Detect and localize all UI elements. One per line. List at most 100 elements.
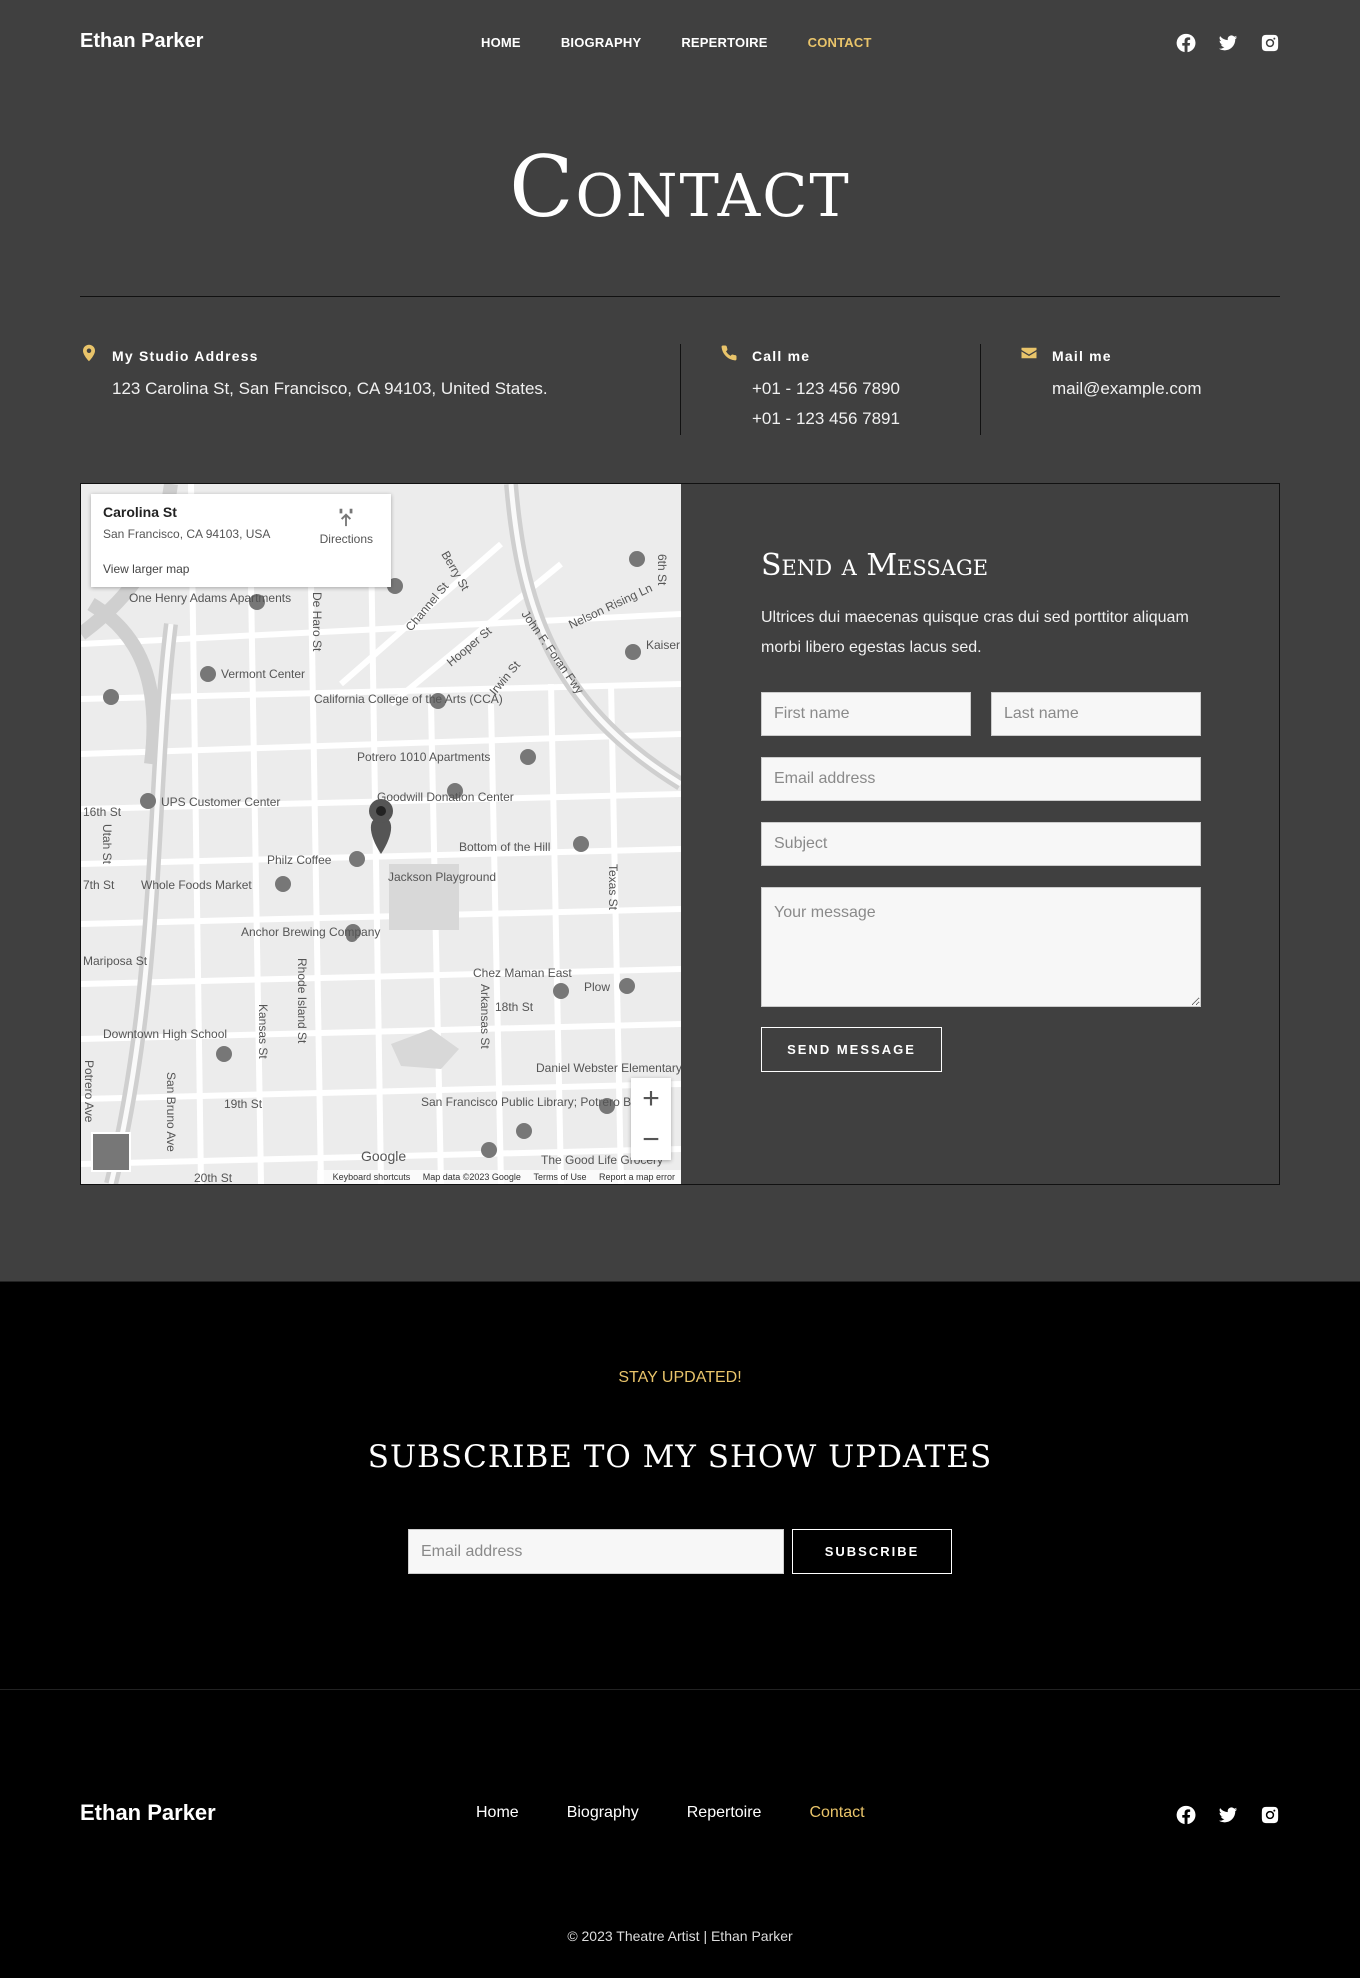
keyboard-shortcuts-link[interactable]: Keyboard shortcuts [333,1172,411,1182]
main-nav: HOME BIOGRAPHY REPERTOIRE CONTACT [481,35,872,50]
contact-panel: One Henry Adams Apartments Vermont Cente… [80,483,1280,1185]
info-divider [980,344,981,435]
directions-label: Directions [319,532,373,546]
map-label: Downtown High School [103,1027,227,1041]
google-map[interactable]: One Henry Adams Apartments Vermont Cente… [81,484,681,1184]
email-field[interactable] [761,757,1201,801]
mail-line[interactable]: mail@example.com [1052,379,1202,399]
footer-nav-repertoire[interactable]: Repertoire [687,1804,762,1822]
map-label: Goodwill Donation Center [377,790,514,804]
satellite-toggle[interactable] [91,1132,131,1172]
directions-button[interactable]: Directions [320,506,373,546]
map-label: 19th St [224,1097,263,1111]
first-name-field[interactable] [761,692,971,736]
envelope-icon [1021,347,1037,359]
phone-title: Call me [752,348,811,364]
map-label: Chez Maman East [473,966,572,980]
facebook-icon[interactable] [1176,33,1196,53]
site-header: Ethan Parker HOME BIOGRAPHY REPERTOIRE C… [0,0,1360,86]
mail-title: Mail me [1052,348,1112,364]
map-label: One Henry Adams Apartments [129,591,291,605]
last-name-field[interactable] [991,692,1201,736]
twitter-icon[interactable] [1218,33,1238,53]
map-label: Mariposa St [83,954,148,968]
copyright: © 2023 Theatre Artist | Ethan Parker [567,1928,793,1944]
nav-repertoire[interactable]: REPERTOIRE [681,35,767,50]
map-pin-icon [83,344,95,362]
map-place-card: Carolina St San Francisco, CA 94103, USA… [91,494,391,587]
address-title: My Studio Address [112,348,259,364]
footer-social [1176,1805,1280,1825]
subscribe-eyebrow: STAY UPDATED! [618,1369,742,1386]
map-canvas[interactable]: One Henry Adams Apartments Vermont Cente… [81,484,681,1184]
instagram-icon[interactable] [1260,1805,1280,1825]
address-line: 123 Carolina St, San Francisco, CA 94103… [112,379,548,398]
zoom-in-button[interactable]: + [631,1078,671,1119]
zoom-out-button[interactable]: − [631,1119,671,1160]
send-message-button[interactable]: SEND MESSAGE [761,1027,942,1072]
message-field[interactable] [761,887,1201,1007]
subscribe-email-field[interactable] [408,1529,784,1574]
map-label: Kaiser San F [646,638,681,652]
map-label: San Bruno Ave [164,1072,178,1152]
map-label: Arkansas St [478,984,492,1049]
phone-icon [721,345,737,361]
map-label: 6th St [655,554,669,586]
map-label: Plow [584,980,610,994]
form-description: Ultrices dui maecenas quisque cras dui s… [761,609,1189,656]
directions-icon [339,508,353,527]
map-label: San Francisco Public Library; Potrero Br… [421,1095,661,1109]
map-label: Utah St [100,824,114,865]
footer-nav-biography[interactable]: Biography [567,1804,639,1822]
map-label: Daniel Webster Elementary School [536,1061,681,1075]
page-title: Contact [509,138,851,236]
map-label: Rhode Island St [295,958,309,1044]
footer-logo[interactable]: Ethan Parker [80,1800,216,1826]
footer-nav: Home Biography Repertoire Contact [476,1804,865,1822]
subscribe-title: SUBSCRIBE TO MY SHOW UPDATES [367,1439,993,1475]
phone-line-1[interactable]: +01 - 123 456 7890 [752,379,900,399]
form-title: Send a Message [761,548,989,583]
footer-nav-contact[interactable]: Contact [809,1804,864,1822]
map-data-text: Map data ©2023 Google [422,1172,521,1182]
nav-home[interactable]: HOME [481,35,521,50]
nav-biography[interactable]: BIOGRAPHY [561,35,642,50]
footer-nav-home[interactable]: Home [476,1804,519,1822]
map-label: De Haro St [310,592,324,652]
terms-link[interactable]: Terms of Use [533,1172,586,1182]
map-label: UPS Customer Center [161,795,280,809]
map-place-address: San Francisco, CA 94103, USA [103,527,271,541]
nav-contact[interactable]: CONTACT [808,35,872,50]
map-label: Texas St [606,864,620,911]
site-logo[interactable]: Ethan Parker [80,30,203,53]
map-label: 18th St [495,1000,534,1014]
map-label: 7th St [83,878,115,892]
map-label: Potrero Ave [82,1060,96,1123]
map-label: Kansas St [256,1004,270,1059]
report-error-link[interactable]: Report a map error [599,1172,675,1182]
subscribe-button[interactable]: SUBSCRIBE [792,1529,952,1574]
header-social [1176,33,1280,53]
map-label: California College of the Arts (CCA) [314,692,503,706]
map-label: Potrero 1010 Apartments [357,750,490,764]
map-place-name: Carolina St [103,504,177,520]
twitter-icon[interactable] [1218,1805,1238,1825]
subject-field[interactable] [761,822,1201,866]
phone-line-2[interactable]: +01 - 123 456 7891 [752,409,900,429]
info-divider [680,344,681,435]
map-footer: Keyboard shortcuts Map data ©2023 Google… [316,1170,681,1184]
google-logo: Google [361,1148,407,1164]
map-label: 16th St [83,805,122,819]
map-label: Bottom of the Hill [459,840,550,854]
map-zoom-controls: + − [631,1078,671,1160]
title-divider [80,296,1280,297]
map-label: Whole Foods Market [141,878,252,892]
map-label: Philz Coffee [267,853,332,867]
map-label: Anchor Brewing Company [241,925,380,939]
map-label: Jackson Playground [388,870,496,884]
facebook-icon[interactable] [1176,1805,1196,1825]
subscribe-section: STAY UPDATED! SUBSCRIBE TO MY SHOW UPDAT… [0,1281,1360,1690]
map-label: Vermont Center [221,667,305,681]
view-larger-map-link[interactable]: View larger map [103,562,189,576]
instagram-icon[interactable] [1260,33,1280,53]
